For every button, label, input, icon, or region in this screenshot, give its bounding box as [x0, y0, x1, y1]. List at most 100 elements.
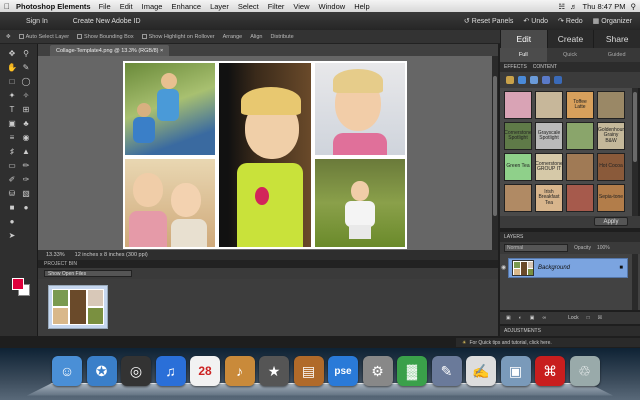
effect-tile[interactable] — [597, 91, 625, 119]
visibility-eye-icon[interactable]: ◉ — [501, 264, 506, 271]
tab-quick[interactable]: Quick — [547, 48, 594, 62]
arrange-menu[interactable]: Arrange — [223, 34, 243, 40]
mask-icon[interactable]: ▣ — [530, 315, 535, 321]
effect-tile[interactable]: Cornerstone GROUP IT — [535, 153, 563, 181]
blend-mode-dropdown[interactable]: Normal — [504, 244, 568, 252]
gradient-tool-icon[interactable]: ▧ — [20, 188, 32, 198]
layer-styles-icon[interactable] — [530, 76, 538, 84]
effect-tile[interactable] — [566, 153, 594, 181]
menu-enhance[interactable]: Enhance — [171, 2, 201, 11]
type-tool-icon[interactable]: T — [6, 104, 18, 114]
canvas-scrollbar[interactable] — [492, 56, 498, 250]
effects-scrollbar[interactable] — [632, 88, 638, 216]
marquee-tool-icon[interactable]: □ — [6, 76, 18, 86]
clone-stamp-tool-icon[interactable]: ▲ — [20, 146, 32, 156]
numbers-icon[interactable]: ▓ — [397, 356, 427, 386]
effect-tile[interactable] — [535, 91, 563, 119]
undo-button[interactable]: ↶ Undo — [523, 17, 548, 26]
menu-file[interactable]: File — [99, 2, 111, 11]
hand-tool-icon[interactable]: ✋ — [6, 62, 18, 72]
menu-layer[interactable]: Layer — [210, 2, 229, 11]
create-id-link[interactable]: Create New Adobe ID — [73, 18, 141, 25]
apple-icon[interactable]:  — [4, 2, 10, 11]
effect-tile[interactable] — [566, 184, 594, 212]
layer-row-background[interactable]: Background ■ — [508, 258, 628, 278]
textedit-icon[interactable]: ✍ — [466, 356, 496, 386]
menu-help[interactable]: Help — [354, 2, 369, 11]
menu-select[interactable]: Select — [238, 2, 259, 11]
imovie-icon[interactable]: ★ — [259, 356, 289, 386]
canvas-area[interactable] — [38, 56, 498, 250]
project-bin-header[interactable]: PROJECT BIN — [38, 260, 498, 268]
finder-icon[interactable]: ☺ — [52, 356, 82, 386]
effect-tile[interactable]: Toffee Latte — [566, 91, 594, 119]
app-name-menu[interactable]: Photoshop Elements — [16, 2, 91, 11]
effect-tile[interactable]: Green Tea — [504, 153, 532, 181]
healing-brush-tool-icon[interactable]: ♯ — [6, 146, 18, 156]
content-aware-move-tool-icon[interactable]: ➤ — [6, 230, 18, 240]
garageband-icon[interactable]: ♪ — [224, 356, 255, 386]
paint-bucket-tool-icon[interactable]: ⛁ — [6, 188, 18, 198]
photo-effects-icon[interactable] — [506, 76, 514, 84]
quick-tip-bar[interactable]: ☀ For Quick tips and tutorial, click her… — [456, 338, 640, 347]
wifi-icon[interactable]: ☵ — [558, 2, 565, 11]
sponge-tool-icon[interactable]: ● — [6, 216, 18, 226]
organizer-button[interactable]: ▦ Organizer — [593, 17, 632, 26]
menu-view[interactable]: View — [293, 2, 309, 11]
content-tab[interactable]: CONTENT — [533, 64, 557, 70]
presentation-icon[interactable]: ▤ — [293, 356, 324, 386]
dashboard-icon[interactable]: ◎ — [121, 356, 151, 386]
crop-tool-icon[interactable]: ⊞ — [20, 104, 32, 114]
tab-full[interactable]: Full — [500, 48, 547, 62]
quill-icon[interactable]: ✎ — [431, 356, 462, 386]
spotlight-icon[interactable]: ⚲ — [631, 2, 637, 11]
menu-edit[interactable]: Edit — [120, 2, 133, 11]
effect-tile[interactable] — [566, 122, 594, 150]
quick-selection-tool-icon[interactable]: ✧ — [20, 90, 32, 100]
smart-brush-tool-icon[interactable]: ✑ — [20, 174, 32, 184]
zoom-tool-icon[interactable]: ⚲ — [20, 48, 32, 58]
tab-create[interactable]: Create — [546, 30, 594, 48]
acrobat-icon[interactable]: ⌘ — [535, 356, 565, 386]
clock[interactable]: Thu 8:47 PM — [583, 2, 626, 11]
project-bin-thumbnail[interactable] — [48, 285, 108, 329]
frames-icon[interactable] — [542, 76, 550, 84]
layers-panel-header[interactable]: LAYERS — [500, 232, 640, 242]
effect-tile[interactable]: Goldenhour Grainy B&W — [597, 122, 625, 150]
red-eye-tool-icon[interactable]: ◉ — [20, 132, 32, 142]
straighten-tool-icon[interactable]: ≡ — [6, 132, 18, 142]
shape-tool-icon[interactable]: ■ — [6, 202, 18, 212]
effect-tile[interactable] — [504, 184, 532, 212]
link-icon[interactable]: ∞ — [543, 315, 547, 321]
tab-edit[interactable]: Edit — [500, 30, 547, 48]
volume-icon[interactable]: ♬ — [570, 2, 578, 11]
align-menu[interactable]: Align — [250, 34, 262, 40]
distribute-menu[interactable]: Distribute — [270, 34, 293, 40]
menu-filter[interactable]: Filter — [268, 2, 285, 11]
magic-wand-tool-icon[interactable]: ✦ — [6, 90, 18, 100]
new-layer-icon[interactable]: ▣ — [506, 315, 511, 321]
bounding-box-checkbox[interactable]: Show Bounding Box — [77, 34, 134, 40]
auto-select-checkbox[interactable]: Auto Select Layer — [18, 34, 69, 40]
reset-panels-button[interactable]: ↺ Reset Panels — [464, 17, 514, 26]
effect-tile[interactable]: Irish Breakfast Tea — [535, 184, 563, 212]
highlight-checkbox[interactable]: Show Highlight on Rollover — [141, 34, 215, 40]
effect-tile[interactable]: Grayscale Spotlight — [535, 122, 563, 150]
sign-in-link[interactable]: Sign In — [26, 18, 48, 25]
safari-icon[interactable]: ✪ — [86, 356, 117, 386]
eyedropper-tool-icon[interactable]: ✎ — [20, 62, 32, 72]
ical-icon[interactable]: 28 — [190, 356, 220, 386]
document-tab[interactable]: Collage-Template4.png @ 13.3% (RGB/8) × — [50, 45, 170, 56]
menu-image[interactable]: Image — [142, 2, 163, 11]
collage-image[interactable] — [123, 61, 407, 249]
recompose-tool-icon[interactable]: ▣ — [6, 118, 18, 128]
menu-window[interactable]: Window — [319, 2, 346, 11]
preferences-icon[interactable]: ⚙ — [362, 356, 393, 386]
tab-guided[interactable]: Guided — [593, 48, 640, 62]
effect-tile[interactable]: Cornerstone Spotlight — [504, 122, 532, 150]
adjustment-layer-icon[interactable]: ◐ — [519, 315, 522, 321]
itunes-icon[interactable]: ♫ — [155, 356, 186, 386]
pencil-tool-icon[interactable]: ✏ — [20, 160, 32, 170]
foreground-color-swatch[interactable] — [12, 278, 24, 290]
lasso-tool-icon[interactable]: ◯ — [20, 76, 32, 86]
